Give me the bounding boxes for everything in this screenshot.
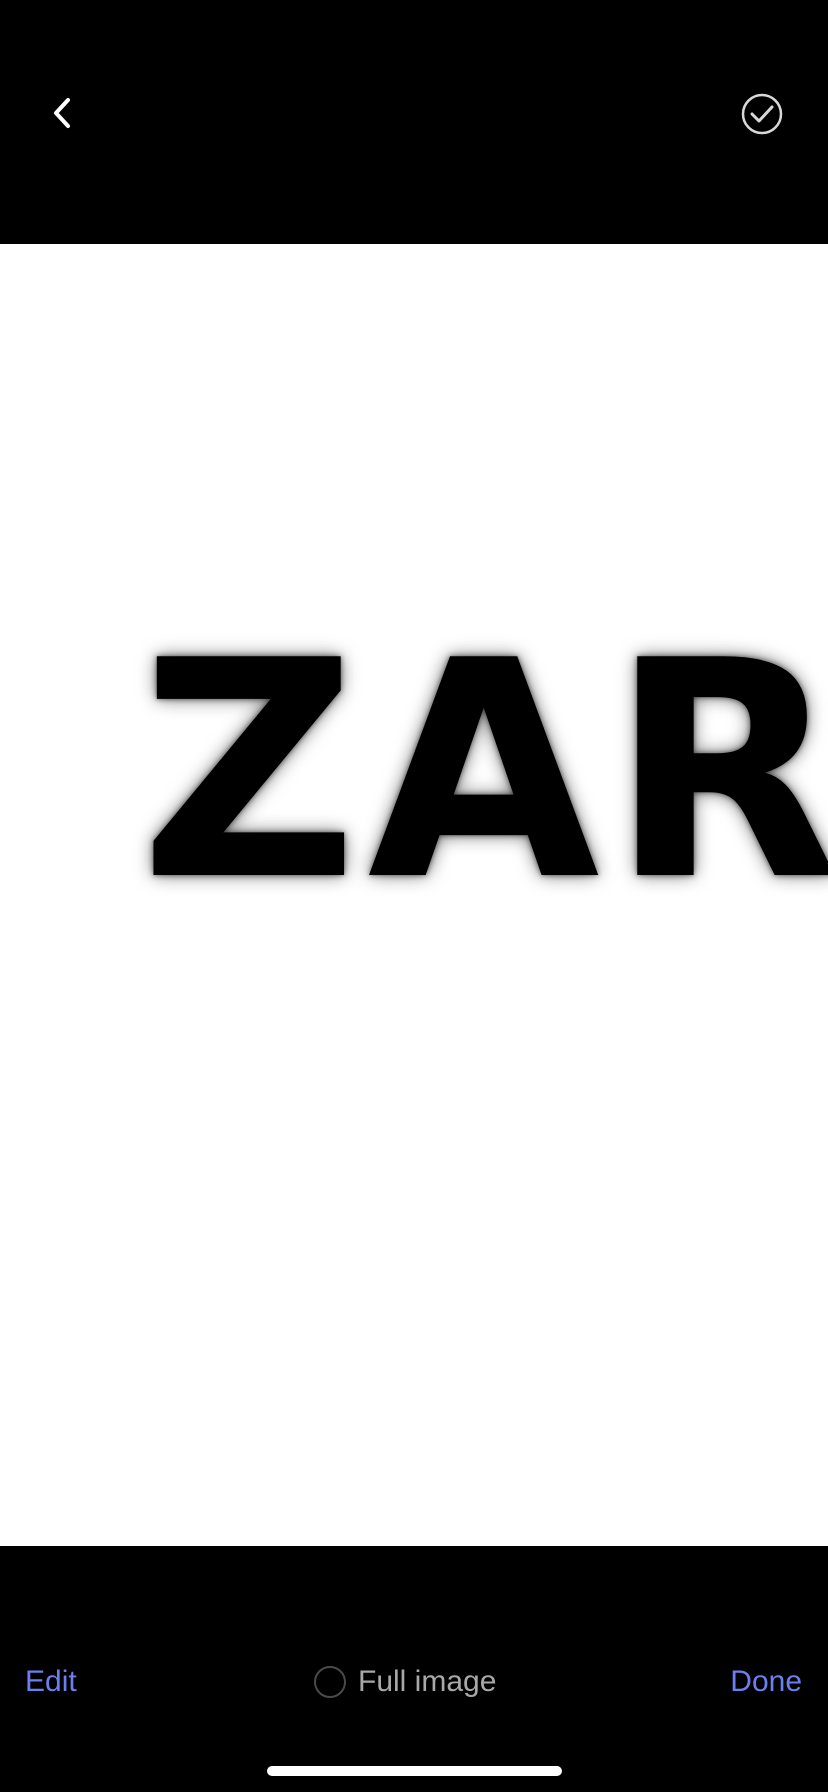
top-bar <box>0 0 828 244</box>
preview-image-text: ZAR <box>140 597 828 946</box>
select-button[interactable] <box>738 90 786 138</box>
done-button[interactable]: Done <box>730 1662 802 1702</box>
check-circle-icon <box>741 93 783 135</box>
radio-icon <box>314 1666 346 1698</box>
back-button[interactable] <box>34 85 90 141</box>
full-image-toggle[interactable]: Full image <box>314 1662 496 1702</box>
home-indicator <box>267 1766 562 1776</box>
chevron-left-icon <box>54 98 70 128</box>
edit-button[interactable]: Edit <box>25 1662 77 1702</box>
full-image-label: Full image <box>358 1665 497 1698</box>
image-picker-screen: ZAR Edit Full image Done <box>0 0 828 1792</box>
